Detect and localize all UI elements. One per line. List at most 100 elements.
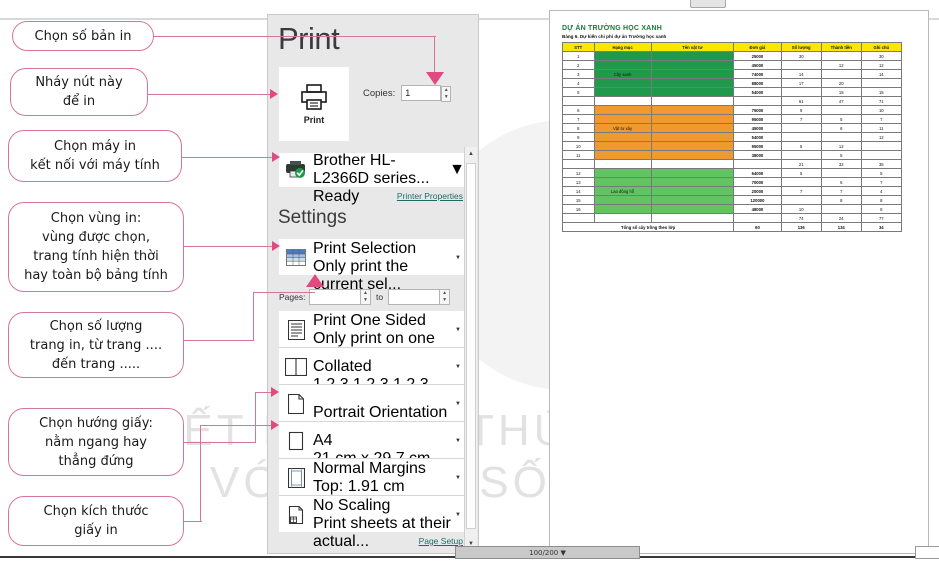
table-cell: 20 bbox=[820, 78, 862, 88]
option-print-selection[interactable]: Print Selection Only print the current s… bbox=[279, 239, 465, 293]
page-setup-link[interactable]: Page Setup bbox=[419, 536, 463, 546]
copies-input[interactable]: 1 ▲ ▼ bbox=[401, 85, 452, 102]
table-cell: 13 bbox=[562, 177, 595, 187]
table-cell bbox=[562, 159, 595, 169]
connector-pages-v bbox=[253, 292, 255, 341]
option-paper-size-caret-icon[interactable]: ▼ bbox=[451, 438, 465, 444]
table-cell: 95000 bbox=[733, 114, 782, 124]
preview-table: STT Hạng mục Tên vật tư Đơn giá Số lượng Thàn… bbox=[561, 42, 902, 232]
option-scaling[interactable]: No Scaling Print sheets at their actual.… bbox=[279, 496, 465, 550]
table-header-cell: Thành tiền bbox=[820, 42, 862, 52]
table-cell bbox=[650, 51, 735, 61]
table-cell bbox=[733, 213, 782, 223]
option-collated-caret-icon[interactable]: ▼ bbox=[451, 364, 465, 370]
table-cell: 47 bbox=[820, 96, 862, 106]
table-cell bbox=[562, 96, 595, 106]
table-cell bbox=[650, 195, 735, 205]
table-cell bbox=[780, 177, 822, 187]
table-row: 61 47 71 bbox=[562, 96, 902, 106]
table-cell bbox=[593, 105, 652, 115]
table-total-row: Tổng số cây trồng theo lớp 60 136 134 34 bbox=[561, 222, 902, 232]
table-cell bbox=[860, 78, 902, 88]
table-cell: 38000 bbox=[733, 150, 782, 160]
table-cell: 5 bbox=[860, 168, 902, 178]
callout-print-area-text: Chọn vùng in: vùng được chọn, trang tính h… bbox=[24, 211, 168, 283]
table-cell bbox=[780, 150, 822, 160]
table-cell: 61 bbox=[780, 96, 822, 106]
table-header-cell: Ghi chú bbox=[860, 42, 902, 52]
table-cell bbox=[650, 159, 735, 169]
bottom-textfield[interactable] bbox=[915, 546, 939, 559]
option-scaling-caret-icon[interactable]: ▼ bbox=[451, 512, 465, 518]
table-cell bbox=[780, 195, 822, 205]
spreadsheet-selection-icon bbox=[279, 249, 313, 266]
table-cell: 75000 bbox=[733, 105, 782, 115]
callout-copies: Chọn số bản in bbox=[12, 21, 154, 51]
table-header-cell: Tên vật tư bbox=[650, 42, 735, 52]
callout-pages: Chọn số lượng trang in, từ trang .... đến … bbox=[8, 312, 184, 378]
table-cell: 7 bbox=[562, 114, 595, 124]
table-cell bbox=[650, 96, 735, 106]
arrow-orient bbox=[271, 387, 279, 397]
table-cell: 48000 bbox=[733, 204, 782, 214]
table-cell bbox=[650, 141, 735, 151]
bottom-dropdown[interactable]: 100/200 ▼ bbox=[455, 546, 640, 559]
table-cell: 11 bbox=[860, 123, 902, 133]
printer-dropdown-caret-icon[interactable]: ▼ bbox=[449, 161, 465, 179]
arrow-paper bbox=[271, 420, 279, 430]
table-cell: 4 bbox=[860, 186, 902, 196]
table-cell bbox=[650, 204, 735, 214]
table-cell: 14 bbox=[562, 186, 595, 196]
table-cell: 64000 bbox=[733, 168, 782, 178]
table-cell bbox=[650, 168, 735, 178]
print-preview[interactable]: DỰ ÁN TRƯỜNG HỌC XANH Bảng 6. Dự kiến ch… bbox=[549, 10, 929, 554]
table-cell bbox=[593, 114, 652, 124]
table-cell bbox=[593, 195, 652, 205]
connector-copies-v bbox=[434, 36, 436, 76]
table-cell: Cây xanh bbox=[593, 69, 652, 79]
table-cell bbox=[593, 150, 652, 160]
option-print-selection-caret-icon[interactable]: ▼ bbox=[451, 255, 465, 261]
table-row: 15 120000 8 8 bbox=[562, 195, 902, 205]
table-cell: 35 bbox=[860, 159, 902, 169]
scrollbar-thumb[interactable] bbox=[466, 163, 476, 529]
print-button[interactable]: Print bbox=[279, 67, 349, 141]
one-sided-icon bbox=[279, 319, 313, 340]
copies-stepper[interactable]: ▲ ▼ bbox=[441, 86, 452, 102]
printer-selector[interactable]: Brother HL-L2366D series... Ready ▼ bbox=[279, 152, 465, 205]
table-cell bbox=[593, 159, 652, 169]
table-cell bbox=[650, 105, 735, 115]
table-cell: 7 bbox=[820, 186, 862, 196]
printer-properties-link[interactable]: Printer Properties bbox=[397, 191, 463, 201]
table-cell: 5 bbox=[562, 87, 595, 97]
preview-sheet: DỰ ÁN TRƯỜNG HỌC XANH Bảng 6. Dự kiến ch… bbox=[561, 25, 916, 539]
scroll-up-icon[interactable]: ▲ bbox=[465, 147, 477, 161]
connector-printarea-h bbox=[184, 246, 274, 248]
doc-title: DỰ ÁN TRƯỜNG HỌC XANH bbox=[562, 25, 662, 32]
table-cell bbox=[593, 87, 652, 97]
table-cell bbox=[593, 60, 652, 70]
table-cell: 2 bbox=[562, 60, 595, 70]
print-pane-scrollbar[interactable]: ▲ ▼ bbox=[464, 147, 477, 551]
table-cell: 25000 bbox=[733, 51, 782, 61]
table-cell: 54000 bbox=[733, 87, 782, 97]
margins-icon bbox=[279, 467, 313, 488]
table-cell: 88000 bbox=[733, 78, 782, 88]
option-orientation-caret-icon[interactable]: ▼ bbox=[451, 401, 465, 407]
top-cropped-control[interactable] bbox=[690, 0, 726, 8]
option-collated[interactable]: Collated 1,2,3 1,2,3 1,2,3 ▼ bbox=[279, 348, 465, 393]
table-cell: 10 bbox=[562, 141, 595, 151]
table-cell: 54000 bbox=[733, 132, 782, 142]
table-row: 2 45000 12 12 bbox=[562, 60, 902, 70]
table-cell: 45000 bbox=[733, 123, 782, 133]
table-cell: 15 bbox=[562, 195, 595, 205]
table-cell: 8 bbox=[860, 195, 902, 205]
portrait-page-icon bbox=[279, 393, 313, 414]
table-row: 10 95000 5 12 bbox=[562, 141, 902, 151]
table-cell bbox=[780, 132, 822, 142]
table-cell: 15 bbox=[860, 87, 902, 97]
table-cell: Vật tư xây bbox=[593, 123, 652, 133]
option-print-one-sided-caret-icon[interactable]: ▼ bbox=[451, 327, 465, 333]
option-margins-caret-icon[interactable]: ▼ bbox=[451, 475, 465, 481]
table-cell: 16 bbox=[562, 204, 595, 214]
